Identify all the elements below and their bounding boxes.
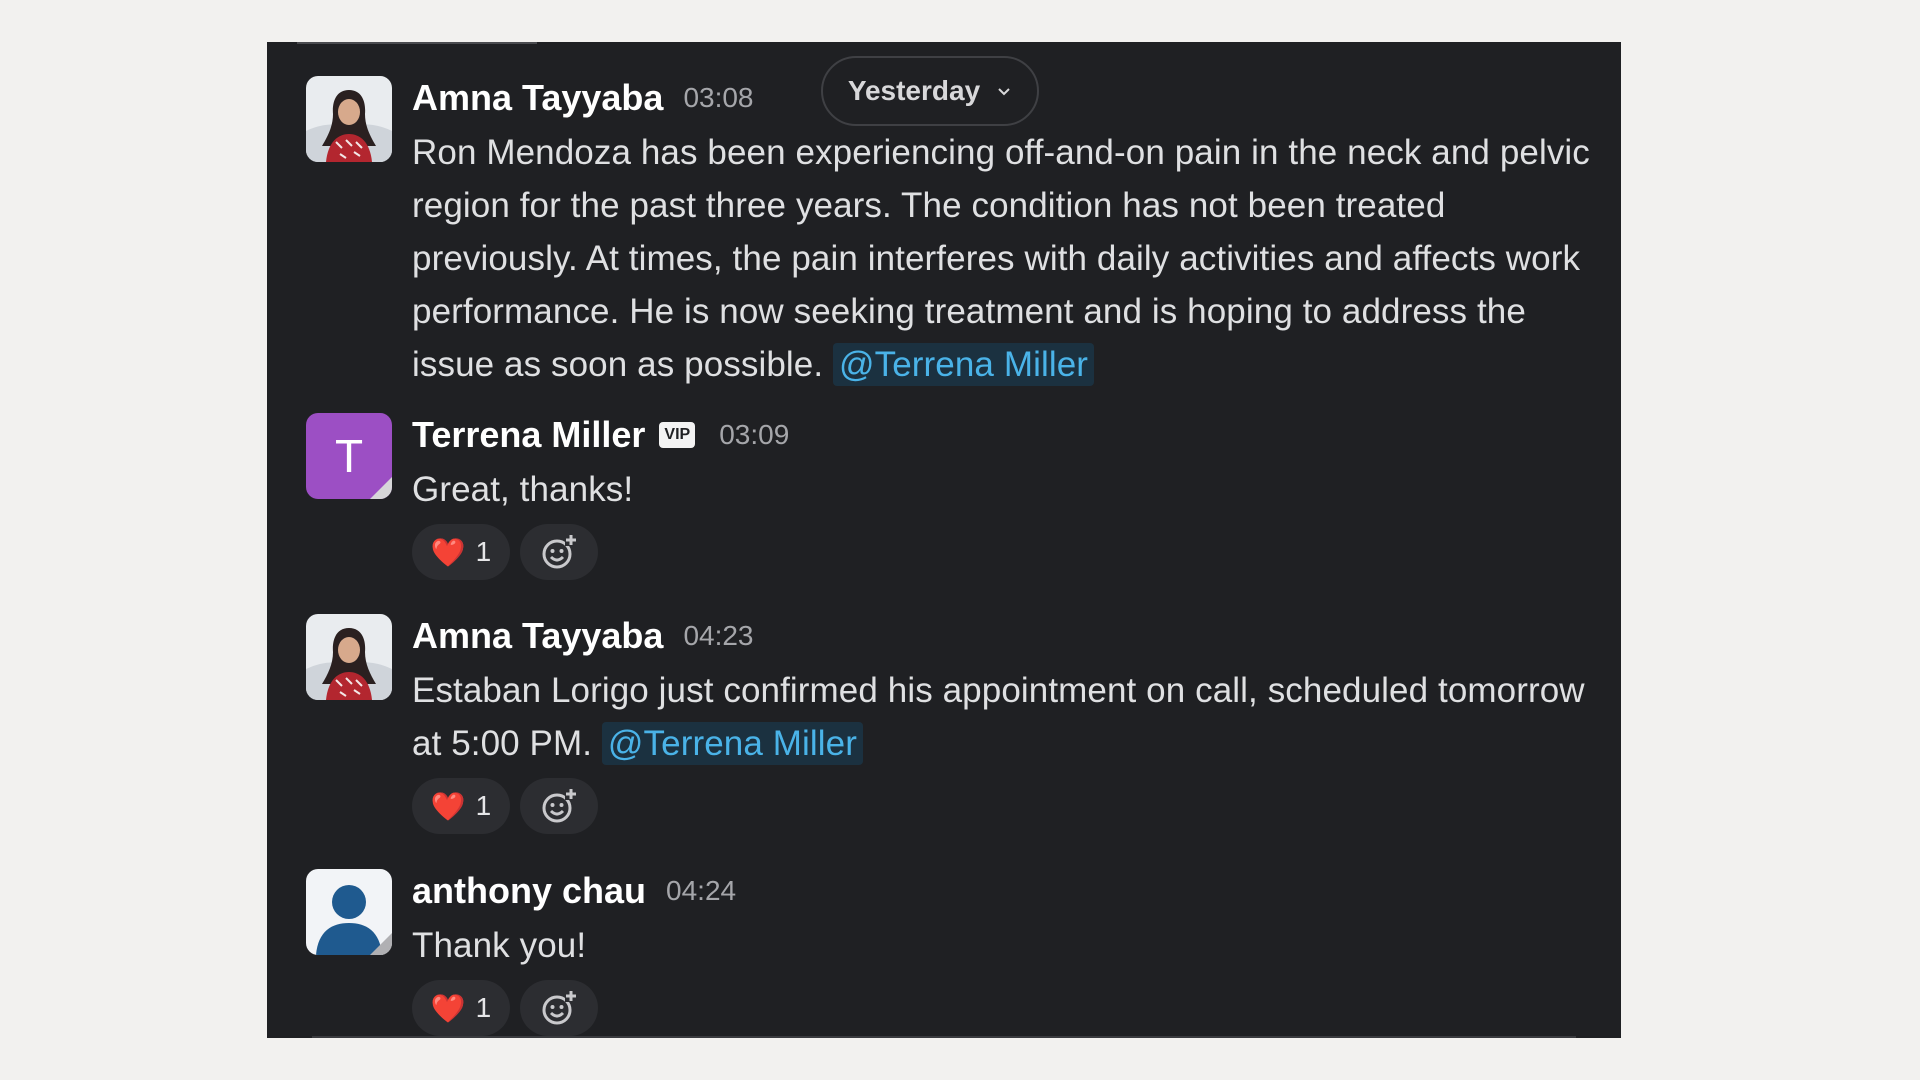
message-timestamp[interactable]: 03:09 [719,419,789,451]
avatar-photo-icon [306,76,392,162]
user-mention[interactable]: @Terrena Miller [601,722,863,765]
message-timestamp[interactable]: 03:08 [683,82,753,114]
reaction-heart-button[interactable]: ❤️ 1 [412,524,510,580]
avatar[interactable] [306,76,392,162]
vip-badge: VIP [659,422,696,448]
avatar[interactable]: T [306,413,392,499]
heart-icon: ❤️ [430,992,466,1024]
divider [312,1036,1576,1038]
message-author[interactable]: Amna Tayyaba [412,77,663,119]
scroll-indicator [297,42,537,44]
heart-icon: ❤️ [430,790,466,822]
message-text: Estaban Lorigo just confirmed his appoin… [412,664,1591,770]
reaction-heart-button[interactable]: ❤️ 1 [412,980,510,1036]
status-corner-icon [370,477,392,499]
avatar-initial: T [334,430,364,482]
add-reaction-button[interactable] [520,778,598,834]
avatar[interactable] [306,869,392,955]
message-text: Ron Mendoza has been experiencing off-an… [412,126,1591,391]
reaction-count: 1 [475,536,492,567]
reactions: ❤️ 1 [412,980,1591,1036]
add-reaction-icon [542,788,577,823]
message-author[interactable]: Terrena Miller [412,414,645,456]
heart-icon: ❤️ [430,536,466,568]
date-divider-button[interactable]: Yesterday [821,56,1039,126]
message-timestamp[interactable]: 04:23 [683,620,753,652]
reaction-count: 1 [475,790,492,821]
reaction-heart-button[interactable]: ❤️ 1 [412,778,510,834]
add-reaction-icon [542,990,577,1025]
chevron-down-icon [998,88,1010,96]
avatar-photo-icon [306,614,392,700]
add-reaction-icon [542,534,577,569]
add-reaction-button[interactable] [520,524,598,580]
date-divider-label: Yesterday [847,75,981,106]
message-timestamp[interactable]: 04:24 [666,875,736,907]
message-body: Estaban Lorigo just confirmed his appoin… [412,671,1585,763]
status-corner-icon [370,933,392,955]
user-mention[interactable]: @Terrena Miller [833,343,1095,386]
add-reaction-button[interactable] [520,980,598,1036]
message-author[interactable]: anthony chau [412,870,646,912]
reaction-count: 1 [475,992,492,1023]
message-text: Thank you! [412,926,587,965]
chat-panel: Amna Tayyaba 03:08 Ron Mendoza has been … [267,42,1621,1038]
avatar[interactable] [306,614,392,700]
message-author[interactable]: Amna Tayyaba [412,615,663,657]
message-text: Great, thanks! [412,470,634,509]
reactions: ❤️ 1 [412,524,1591,580]
reactions: ❤️ 1 [412,778,1591,834]
